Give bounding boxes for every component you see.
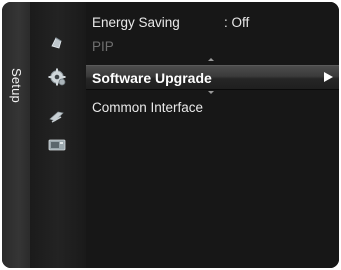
application-icon[interactable] (46, 134, 68, 156)
scroll-down-indicator (208, 91, 214, 94)
category-title: Setup (9, 68, 24, 103)
scroll-up-indicator (208, 58, 214, 61)
picture-icon[interactable] (46, 32, 68, 54)
setup-gear-icon[interactable] (46, 66, 68, 88)
menu-item-software-upgrade[interactable]: Software Upgrade (86, 65, 339, 90)
menu-item-label: Software Upgrade (92, 69, 212, 86)
menu-item-energy-saving[interactable]: Energy Saving : Off (86, 11, 339, 34)
setup-options-list: Energy Saving : Off PIP Software Upgrade… (86, 2, 339, 268)
menu-item-pip: PIP (86, 35, 339, 58)
category-icon-column (30, 2, 86, 268)
setup-menu-window: Setup Energy Saving: Off PIP Software U… (2, 2, 339, 268)
menu-item-common-interface[interactable]: Common Interface (86, 96, 339, 119)
menu-item-label: Common Interface (92, 100, 204, 115)
menu-item-label: Energy Saving (92, 15, 180, 30)
menu-item-value: : Off (224, 15, 250, 30)
category-rail: Setup (2, 2, 31, 268)
submenu-arrow-icon (324, 72, 333, 82)
menu-item-label: PIP (92, 39, 114, 54)
input-icon[interactable] (46, 106, 68, 128)
